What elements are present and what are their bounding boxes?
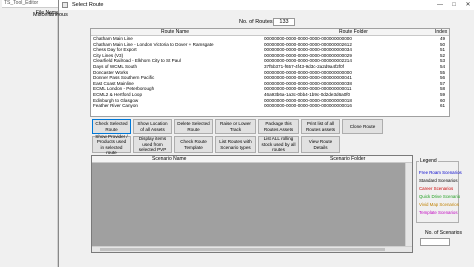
list-routes-scenario-types-button[interactable]: List Routes with Scenario types [215,136,256,153]
group-label: Miscellaneous [33,12,68,18]
num-routes-value: 133 [273,18,295,26]
cell-name: Feather River Canyon [93,103,138,109]
route-grid-header: Route Name Route Folder Index [91,29,449,36]
maximize-button[interactable]: □ [447,0,461,10]
route-grid[interactable]: Route Name Route Folder Index Chatham Ma… [90,28,450,117]
column-header-scenario-folder[interactable]: Scenario Folder [330,156,365,163]
table-row[interactable]: Feather River Canyon 00000000-0000-0000-0… [91,103,449,109]
print-route-assets-button[interactable]: Print list of all Routes assets [301,119,340,134]
legend-title: Legend [419,158,438,164]
app-icon [62,2,68,8]
scenario-vertical-scrollbar[interactable] [405,163,412,247]
delete-selected-route-button[interactable]: Delete Selected Route [174,119,213,134]
legend-item-template: Template Scenarios [419,210,458,215]
raise-lower-track-button[interactable]: Raise or Lower Track [215,119,256,134]
num-scenarios-label: No. of Scenarios [425,230,462,236]
display-pvp-items-button[interactable]: Display items used from selected PVP [133,136,172,153]
view-route-details-button[interactable]: View Route Details [301,136,340,153]
scenario-grid-header: Scenario Name Scenario Folder [92,156,412,163]
dialog-title: Select Route [72,2,104,8]
legend-item-standard: Standard Scenarios [419,178,458,183]
close-button[interactable]: ✕ [461,0,474,10]
cell-folder: 00000000-0000-0000-0000-000000000016 [264,103,352,109]
show-asset-locations-button[interactable]: Show Location of all Assets [133,119,172,134]
check-selected-route-button[interactable]: Check Selected Route [92,119,131,134]
dialog-titlebar: Select Route — □ ✕ [59,0,474,10]
legend-item-career: Career Scenarios [419,186,454,191]
scenario-grid[interactable]: Scenario Name Scenario Folder [91,155,413,253]
background-side-panel [0,16,58,267]
legend-item-free-roam: Free Roam Scenarios [419,170,462,175]
legend-item-quick-drive: Quick Drive Scenario [419,194,461,199]
column-header-scenario-name[interactable]: Scenario Name [152,156,186,163]
scrollbar-thumb[interactable] [100,248,385,251]
num-scenarios-value [420,238,450,246]
check-route-template-button[interactable]: Check Route Template [174,136,213,153]
package-route-assets-button[interactable]: Package this Routes Assets [258,119,299,134]
minimize-button[interactable]: — [433,0,447,10]
list-rolling-stock-button[interactable]: List ALL rolling stock used by all route… [258,136,299,153]
route-grid-rows: Chatham Main Line 00000000-0000-0000-0000… [91,36,449,109]
column-header-route-folder[interactable]: Route Folder [339,29,368,36]
scenario-horizontal-scrollbar[interactable] [92,246,412,252]
show-provider-products-button[interactable]: Show Provider / Products used in selecte… [92,134,131,155]
background-window-title: TS_Tool_Editor [2,0,62,8]
column-header-index[interactable]: Index [435,29,447,36]
column-header-route-name[interactable]: Route Name [161,29,189,36]
clone-route-button[interactable]: Clone Route [342,119,383,134]
num-routes-label: No. of Routes [239,19,273,25]
cell-index: 61 [440,103,446,109]
legend-item-vivid-map: Vivid Map Scenarios [419,202,459,207]
